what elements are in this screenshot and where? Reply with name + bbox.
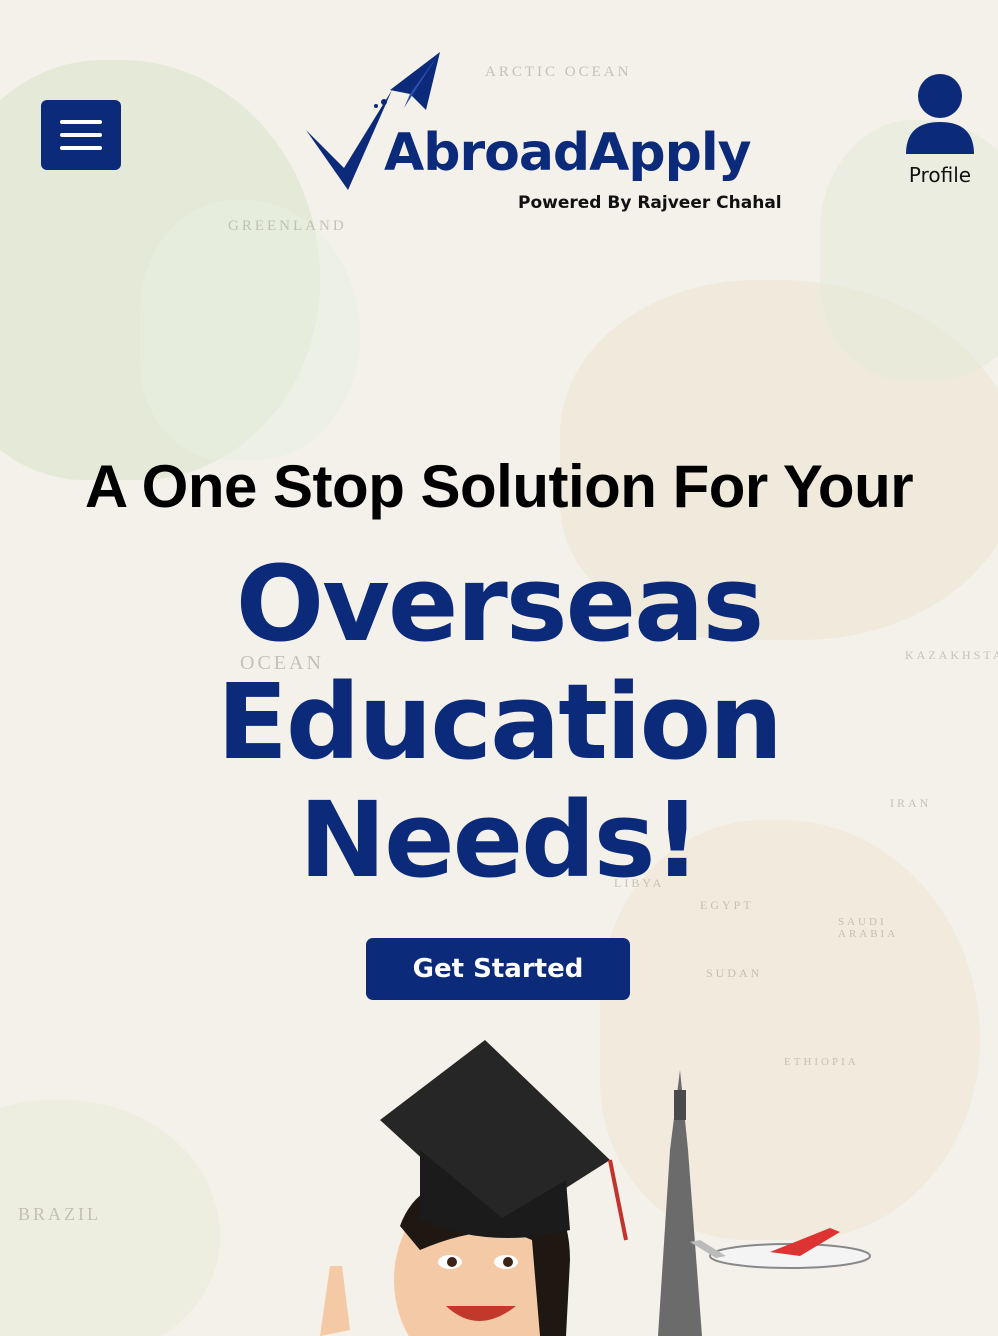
logo[interactable]: AbroadApply Powered By Rajveer Chahal [300,50,790,220]
map-label: GREENLAND [228,218,347,234]
headline-line: Education [216,661,783,783]
headline-line: Needs! [299,779,701,901]
get-started-button[interactable]: Get Started [366,938,630,1000]
menu-button[interactable] [41,100,121,170]
profile-label: Profile [908,163,972,187]
profile-button[interactable]: Profile [900,72,980,187]
user-icon [906,74,974,154]
hero-tagline: A One Stop Solution For Your [84,453,914,520]
airplane-icon [690,1228,871,1269]
logo-tagline: Powered By Rajveer Chahal [518,193,782,213]
hero-headline: Overseas Education Needs! [0,545,998,899]
graduate-student-illustration [320,1040,871,1336]
map-label: EGYPT [700,898,754,912]
map-label: BRAZIL [18,1204,101,1224]
map-label: SUDAN [706,966,763,980]
headline-line: Overseas [235,543,765,665]
logo-name: AbroadApply [384,123,752,183]
hamburger-menu-icon [60,120,102,124]
map-label: SAUDI ARABIA [838,916,899,940]
